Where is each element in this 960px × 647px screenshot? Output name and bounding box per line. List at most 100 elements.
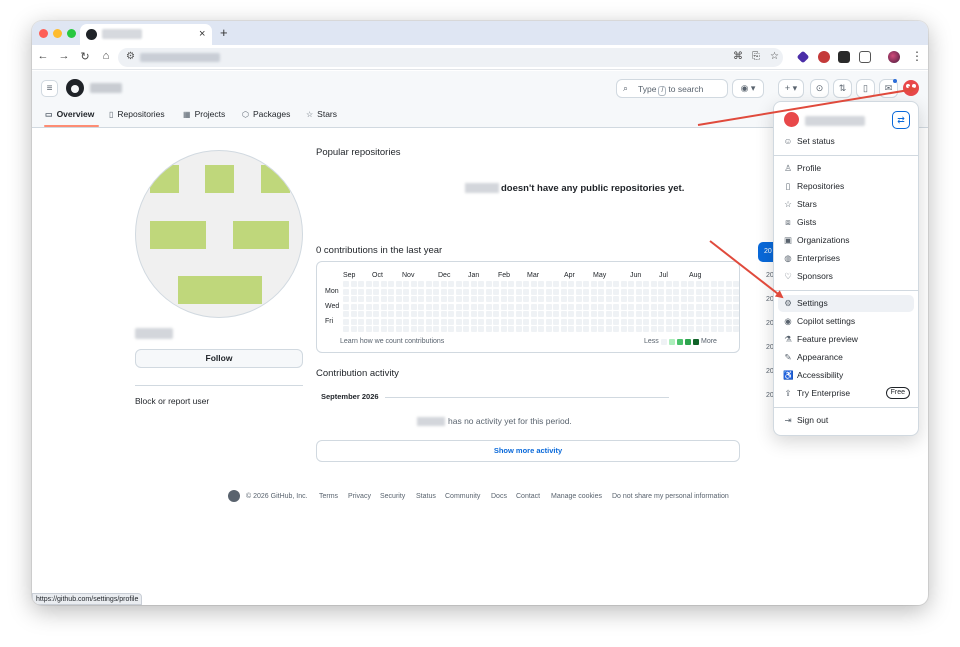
contribution-day[interactable] [350, 311, 357, 317]
contribution-day[interactable] [485, 311, 492, 317]
contribution-day[interactable] [418, 326, 424, 332]
contribution-day[interactable] [538, 318, 544, 325]
contribution-day[interactable] [515, 288, 522, 295]
contribution-day[interactable] [395, 318, 402, 325]
tab-projects[interactable]: ▦ Projects [183, 109, 225, 119]
contribution-day[interactable] [373, 296, 379, 302]
contribution-day[interactable] [733, 281, 739, 287]
contribution-day[interactable] [350, 281, 357, 287]
contribution-day[interactable] [598, 303, 604, 310]
contribution-day[interactable] [590, 326, 597, 332]
contribution-day[interactable] [440, 318, 447, 325]
contribution-day[interactable] [425, 288, 432, 295]
follow-button[interactable]: Follow [135, 349, 303, 368]
contribution-day[interactable] [718, 288, 724, 295]
contribution-day[interactable] [373, 311, 379, 317]
contribution-day[interactable] [403, 311, 409, 317]
contribution-day[interactable] [613, 326, 619, 332]
contribution-day[interactable] [590, 288, 597, 295]
contribution-day[interactable] [613, 281, 619, 287]
contribution-day[interactable] [568, 318, 574, 325]
contribution-day[interactable] [635, 326, 642, 332]
contribution-day[interactable] [733, 303, 739, 310]
contribution-day[interactable] [523, 303, 529, 310]
contribution-day[interactable] [380, 296, 387, 302]
contribution-day[interactable] [635, 303, 642, 310]
contribution-day[interactable] [485, 318, 492, 325]
contribution-day[interactable] [358, 281, 364, 287]
contribution-day[interactable] [545, 296, 552, 302]
contribution-day[interactable] [583, 288, 589, 295]
contribution-day[interactable] [395, 326, 402, 332]
contribution-day[interactable] [425, 303, 432, 310]
contribution-day[interactable] [388, 296, 394, 302]
switch-account-icon[interactable]: ⇄ [892, 111, 910, 129]
contribution-day[interactable] [350, 303, 357, 310]
contribution-day[interactable] [395, 303, 402, 310]
contribution-day[interactable] [605, 288, 612, 295]
contribution-day[interactable] [680, 311, 687, 317]
contribution-day[interactable] [643, 288, 649, 295]
contribution-day[interactable] [530, 296, 537, 302]
contribution-day[interactable] [380, 281, 387, 287]
contribution-day[interactable] [658, 296, 664, 302]
contribution-day[interactable] [448, 296, 454, 302]
contribution-day[interactable] [440, 311, 447, 317]
contribution-day[interactable] [448, 281, 454, 287]
contribution-day[interactable] [613, 288, 619, 295]
contribution-day[interactable] [508, 281, 514, 287]
contribution-day[interactable] [695, 326, 702, 332]
contribution-day[interactable] [635, 311, 642, 317]
contribution-day[interactable] [470, 281, 477, 287]
create-new-button[interactable]: + ▾ [778, 79, 804, 98]
contribution-day[interactable] [688, 281, 694, 287]
contribution-day[interactable] [703, 326, 709, 332]
install-app-icon[interactable]: ⎘ [752, 51, 760, 62]
contribution-day[interactable] [680, 318, 687, 325]
block-report-link[interactable]: Block or report user [135, 396, 209, 406]
contribution-day[interactable] [455, 288, 462, 295]
contribution-day[interactable] [530, 311, 537, 317]
contribution-day[interactable] [733, 326, 739, 332]
contribution-day[interactable] [418, 318, 424, 325]
contribution-day[interactable] [598, 281, 604, 287]
contribution-day[interactable] [470, 303, 477, 310]
contribution-day[interactable] [710, 318, 717, 325]
contribution-day[interactable] [665, 311, 672, 317]
contribution-day[interactable] [643, 303, 649, 310]
contribution-day[interactable] [725, 318, 732, 325]
contribution-day[interactable] [463, 288, 469, 295]
contribution-day[interactable] [620, 311, 627, 317]
contribution-day[interactable] [673, 311, 679, 317]
contribution-day[interactable] [530, 281, 537, 287]
footer-link-docs[interactable]: Docs [491, 493, 507, 500]
browser-profile-avatar[interactable] [888, 51, 900, 63]
menu-item-copilot-settings[interactable]: ◉ Copilot settings [778, 313, 914, 330]
contribution-day[interactable] [500, 303, 507, 310]
contribution-day[interactable] [365, 288, 372, 295]
pull-requests-icon[interactable]: ⇅ [833, 79, 852, 98]
contribution-day[interactable] [470, 326, 477, 332]
menu-item-sign-out[interactable]: ⇥ Sign out [778, 412, 914, 429]
contribution-day[interactable] [373, 288, 379, 295]
contribution-day[interactable] [620, 303, 627, 310]
contribution-day[interactable] [688, 326, 694, 332]
site-info-icon[interactable]: ⚙ [126, 51, 135, 62]
contribution-day[interactable] [703, 281, 709, 287]
menu-item-stars[interactable]: ☆ Stars [778, 196, 914, 213]
copilot-button[interactable]: ◉ ▾ [732, 79, 764, 98]
contribution-day[interactable] [500, 326, 507, 332]
contribution-day[interactable] [463, 311, 469, 317]
contribution-day[interactable] [530, 326, 537, 332]
contribution-day[interactable] [508, 288, 514, 295]
contribution-day[interactable] [350, 288, 357, 295]
contribution-day[interactable] [433, 288, 439, 295]
learn-contributions-link[interactable]: Learn how we count contributions [340, 338, 444, 345]
contribution-day[interactable] [463, 296, 469, 302]
contribution-day[interactable] [440, 281, 447, 287]
contribution-day[interactable] [733, 318, 739, 325]
contribution-day[interactable] [508, 318, 514, 325]
contribution-day[interactable] [343, 281, 349, 287]
contribution-day[interactable] [500, 296, 507, 302]
menu-item-feature-preview[interactable]: ⚗ Feature preview [778, 331, 914, 348]
